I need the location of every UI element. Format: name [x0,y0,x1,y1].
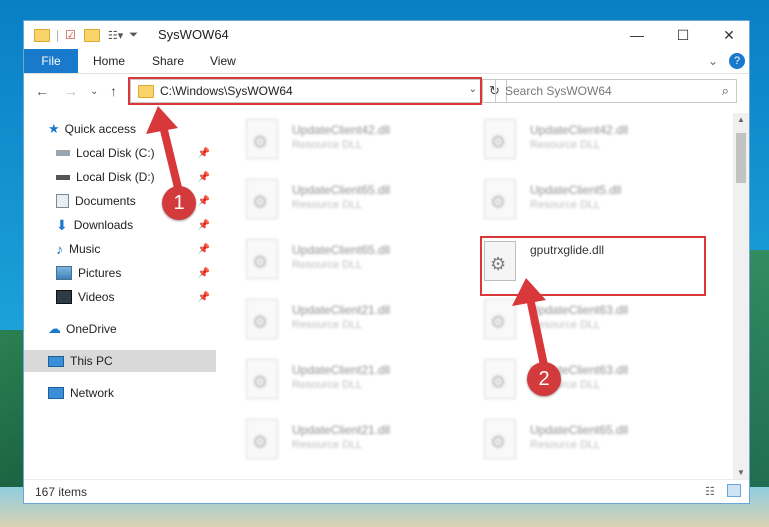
step-badge-2: 2 [527,362,561,396]
step-badge-1: 1 [162,186,196,220]
annotation-arrows [146,106,549,374]
arrow-2 [512,278,549,374]
arrow-1 [146,106,184,200]
